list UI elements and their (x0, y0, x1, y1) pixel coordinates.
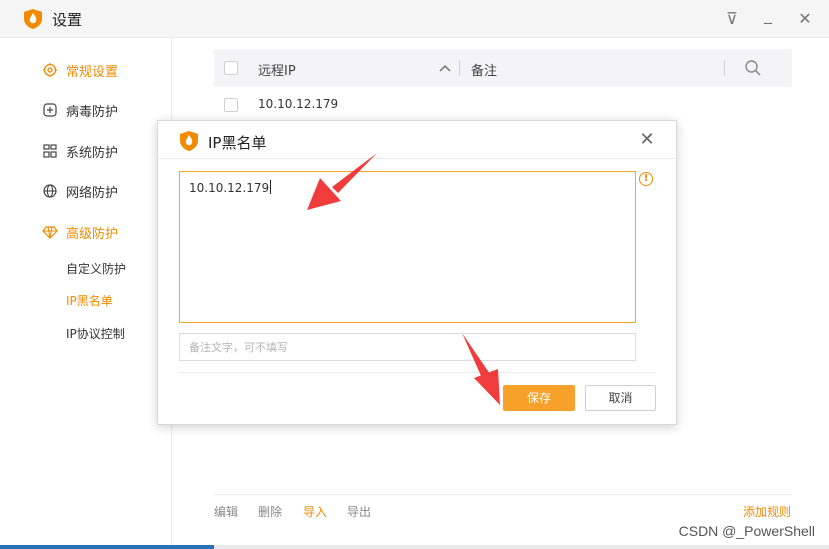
select-all-checkbox[interactable] (224, 61, 238, 75)
globe-icon (43, 184, 57, 198)
sidebar-item-network-protection[interactable]: 网络防护 (42, 180, 118, 202)
text-caret (270, 180, 272, 194)
title-bar: 设置 ⊽ _ ✕ (0, 0, 829, 38)
column-header-note[interactable]: 备注 (471, 60, 497, 79)
sidebar-subitem-custom-protection[interactable]: 自定义防护 (66, 260, 126, 277)
bottom-strip (0, 545, 829, 549)
dialog-close-icon[interactable]: ✕ (636, 129, 658, 151)
export-button[interactable]: 导出 (347, 503, 371, 520)
sidebar-item-label: 病毒防护 (66, 104, 119, 120)
minimize-icon[interactable]: _ (758, 5, 778, 25)
row-checkbox[interactable] (224, 98, 238, 112)
column-header-remote-ip[interactable]: 远程IP (258, 60, 296, 79)
sidebar-item-system-protection[interactable]: 系统防护 (42, 140, 118, 162)
bottom-strip-accent (0, 545, 214, 549)
app-logo-icon (24, 9, 42, 29)
sidebar-item-label: 网络防护 (66, 185, 119, 201)
diamond-icon (42, 226, 58, 239)
table-row-ip[interactable]: 10.10.12.179 (258, 97, 338, 111)
table-header: 远程IP 备注 (214, 49, 792, 87)
save-button[interactable]: 保存 (503, 385, 575, 411)
exclamation-circle-icon: ! (639, 172, 653, 186)
sidebar-item-label: 高级防护 (66, 226, 119, 242)
import-button[interactable]: 导入 (303, 503, 327, 520)
menu-dropdown-icon[interactable]: ⊽ (722, 9, 742, 29)
sidebar-item-label: 常规设置 (66, 64, 119, 80)
ip-blacklist-dialog: IP黑名单 ✕ 10.10.12.179 ! 保存 取消 (157, 120, 677, 425)
watermark: CSDN @_PowerShell (678, 523, 815, 539)
cancel-button[interactable]: 取消 (585, 385, 656, 411)
sidebar-item-general-settings[interactable]: 常规设置 (42, 59, 118, 81)
sidebar-item-label: 系统防护 (66, 145, 119, 161)
note-input[interactable] (179, 333, 636, 361)
grid-icon (43, 144, 57, 158)
ip-address-value: 10.10.12.179 (189, 181, 270, 195)
chevron-up-icon[interactable] (439, 63, 451, 73)
footer-divider (214, 494, 792, 495)
add-rule-button[interactable]: 添加规则 (743, 503, 791, 520)
sidebar-item-virus-protection[interactable]: 病毒防护 (42, 99, 118, 121)
dialog-divider (179, 372, 656, 373)
column-divider (459, 60, 460, 76)
gear-icon (43, 63, 57, 77)
app-title: 设置 (52, 11, 83, 29)
sidebar-subitem-ip-protocol-control[interactable]: IP协议控制 (66, 325, 125, 342)
sidebar-item-advanced-protection[interactable]: 高级防护 (42, 221, 118, 243)
sidebar-subitem-ip-blacklist[interactable]: IP黑名单 (66, 292, 113, 309)
sidebar: 常规设置 病毒防护 系统防护 网络防护 高级防护 自定义防护 IP黑名单 IP协… (0, 38, 172, 549)
dialog-title: IP黑名单 (208, 134, 267, 152)
dialog-divider (158, 158, 676, 159)
column-divider (724, 60, 725, 76)
search-icon[interactable] (744, 59, 762, 77)
edit-button[interactable]: 编辑 (214, 503, 238, 520)
dialog-logo-icon (180, 131, 198, 151)
ip-address-textarea[interactable]: 10.10.12.179 (179, 171, 636, 323)
plus-square-icon (43, 103, 57, 117)
close-icon[interactable]: ✕ (795, 9, 815, 29)
delete-button[interactable]: 删除 (258, 503, 282, 520)
